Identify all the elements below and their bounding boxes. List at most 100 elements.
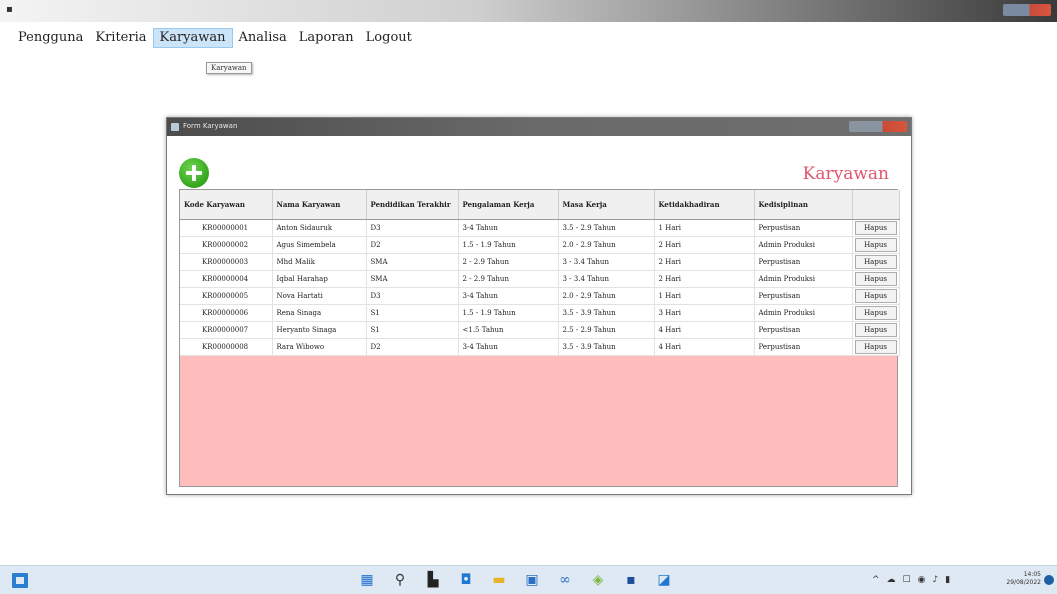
kode-cell[interactable]: KR00000008 <box>180 338 273 356</box>
kedisiplinan-cell[interactable]: Perpustisan <box>754 219 853 237</box>
network-icon[interactable]: ☐ <box>903 575 911 585</box>
column-header-ketidakhadiran[interactable]: Ketidakhadiran <box>654 190 755 220</box>
menu-item-logout[interactable]: Logout <box>360 28 418 48</box>
tray-overflow-icon[interactable]: ^ <box>872 575 880 585</box>
ketidakhadiran-cell[interactable]: 1 Hari <box>654 287 755 305</box>
karyawan-data-grid[interactable]: Kode Karyawan Nama Karyawan Pendidikan T… <box>179 189 900 487</box>
pendidikan-cell[interactable]: D3 <box>366 287 459 305</box>
cloud-icon[interactable]: ☁ <box>887 575 896 585</box>
pengalaman-cell[interactable]: 2 - 2.9 Tahun <box>458 253 559 271</box>
masa-kerja-cell[interactable]: 3.5 - 3.9 Tahun <box>558 338 655 356</box>
window-controls[interactable] <box>1003 4 1051 16</box>
ketidakhadiran-cell[interactable]: 2 Hari <box>654 236 755 254</box>
pendidikan-cell[interactable]: S1 <box>366 304 459 322</box>
kode-cell[interactable]: KR00000002 <box>180 236 273 254</box>
hapus-button[interactable]: Hapus <box>854 254 897 269</box>
pendidikan-cell[interactable]: D3 <box>366 219 459 237</box>
nama-cell[interactable]: Nova Hartati <box>272 287 367 305</box>
volume-icon[interactable]: ♪ <box>932 575 938 585</box>
app-icon-infinity[interactable]: ∞ <box>556 571 574 589</box>
hapus-button[interactable]: Hapus <box>854 271 897 286</box>
table-row[interactable]: KR00000002 Agus Simembela D2 1.5 - 1.9 Tahu… <box>180 236 900 254</box>
file-explorer-icon[interactable]: ▬ <box>490 571 508 589</box>
hapus-button[interactable]: Hapus <box>854 237 897 252</box>
search-icon[interactable]: ⚲ <box>391 571 409 589</box>
app-icon-green[interactable]: ◈ <box>589 571 607 589</box>
ketidakhadiran-cell[interactable]: 4 Hari <box>654 338 755 356</box>
table-row[interactable]: KR00000006 Rena Sinaga S1 1.5 - 1.9 Tahun 3.… <box>180 304 900 322</box>
masa-kerja-cell[interactable]: 2.0 - 2.9 Tahun <box>558 287 655 305</box>
pengalaman-cell[interactable]: <1.5 Tahun <box>458 321 559 339</box>
table-row[interactable]: KR00000004 Iqbal Harahap SMA 2 - 2.9 Tahun 3… <box>180 270 900 288</box>
pengalaman-cell[interactable]: 1.5 - 1.9 Tahun <box>458 236 559 254</box>
hapus-button[interactable]: Hapus <box>854 220 897 235</box>
pendidikan-cell[interactable]: D2 <box>366 236 459 254</box>
nama-cell[interactable]: Mhd Malik <box>272 253 367 271</box>
menu-item-karyawan[interactable]: Karyawan <box>152 28 233 48</box>
table-row[interactable]: KR00000005 Nova Hartati D3 3-4 Tahun 2.0 - 2… <box>180 287 900 305</box>
pendidikan-cell[interactable]: D2 <box>366 338 459 356</box>
kedisiplinan-cell[interactable]: Perpustisan <box>754 321 853 339</box>
masa-kerja-cell[interactable]: 2.5 - 2.9 Tahun <box>558 321 655 339</box>
pendidikan-cell[interactable]: S1 <box>366 321 459 339</box>
kedisiplinan-cell[interactable]: Admin Produksi <box>754 236 853 254</box>
column-header-pendidikan[interactable]: Pendidikan Terakhir <box>366 190 459 220</box>
app-icon-blue[interactable]: ▪ <box>622 571 640 589</box>
battery-icon[interactable]: ▮ <box>945 575 950 585</box>
add-karyawan-button[interactable] <box>179 158 209 188</box>
widgets-icon[interactable]: ▙ <box>424 571 442 589</box>
hapus-button[interactable]: Hapus <box>854 322 897 337</box>
taskbar-clock[interactable]: 14:05 29/08/2022 <box>1006 571 1041 587</box>
menu-item-laporan[interactable]: Laporan <box>293 28 360 48</box>
notification-icon[interactable] <box>1044 575 1054 585</box>
column-header-masa-kerja[interactable]: Masa Kerja <box>558 190 655 220</box>
pengalaman-cell[interactable]: 3-4 Tahun <box>458 287 559 305</box>
kedisiplinan-cell[interactable]: Perpustisan <box>754 253 853 271</box>
kedisiplinan-cell[interactable]: Admin Produksi <box>754 304 853 322</box>
kedisiplinan-cell[interactable]: Admin Produksi <box>754 270 853 288</box>
nama-cell[interactable]: Rara Wibowo <box>272 338 367 356</box>
menu-item-pengguna[interactable]: Pengguna <box>12 28 89 48</box>
table-row[interactable]: KR00000001 Anton Sidauruk D3 3-4 Tahun 3.5 -… <box>180 219 900 237</box>
kode-cell[interactable]: KR00000007 <box>180 321 273 339</box>
hapus-button[interactable]: Hapus <box>854 305 897 320</box>
pengalaman-cell[interactable]: 3-4 Tahun <box>458 338 559 356</box>
dialog-window-controls[interactable] <box>849 121 907 132</box>
masa-kerja-cell[interactable]: 3.5 - 2.9 Tahun <box>558 219 655 237</box>
menu-item-kriteria[interactable]: Kriteria <box>89 28 152 48</box>
ketidakhadiran-cell[interactable]: 3 Hari <box>654 304 755 322</box>
nama-cell[interactable]: Agus Simembela <box>272 236 367 254</box>
column-header-kode[interactable]: Kode Karyawan <box>180 190 273 220</box>
ketidakhadiran-cell[interactable]: 2 Hari <box>654 270 755 288</box>
table-row[interactable]: KR00000008 Rara Wibowo D2 3-4 Tahun 3.5 - 3.… <box>180 338 900 356</box>
wifi-icon[interactable]: ◉ <box>918 575 926 585</box>
pengalaman-cell[interactable]: 2 - 2.9 Tahun <box>458 270 559 288</box>
kode-cell[interactable]: KR00000003 <box>180 253 273 271</box>
kode-cell[interactable]: KR00000006 <box>180 304 273 322</box>
kedisiplinan-cell[interactable]: Perpustisan <box>754 287 853 305</box>
chat-icon[interactable]: ◘ <box>457 571 475 589</box>
column-header-nama[interactable]: Nama Karyawan <box>272 190 367 220</box>
kode-cell[interactable]: KR00000001 <box>180 219 273 237</box>
hapus-button[interactable]: Hapus <box>854 288 897 303</box>
pengalaman-cell[interactable]: 3-4 Tahun <box>458 219 559 237</box>
column-header-pengalaman[interactable]: Pengalaman Kerja <box>458 190 559 220</box>
windows-start-icon[interactable] <box>12 573 28 588</box>
app-icon-window[interactable]: ◪ <box>655 571 673 589</box>
masa-kerja-cell[interactable]: 3.5 - 3.9 Tahun <box>558 304 655 322</box>
masa-kerja-cell[interactable]: 3 - 3.4 Tahun <box>558 270 655 288</box>
pendidikan-cell[interactable]: SMA <box>366 270 459 288</box>
column-header-kedisiplinan[interactable]: Kedisiplinan <box>754 190 853 220</box>
windows-icon[interactable]: ▦ <box>358 571 376 589</box>
masa-kerja-cell[interactable]: 3 - 3.4 Tahun <box>558 253 655 271</box>
nama-cell[interactable]: Anton Sidauruk <box>272 219 367 237</box>
masa-kerja-cell[interactable]: 2.0 - 2.9 Tahun <box>558 236 655 254</box>
hapus-button[interactable]: Hapus <box>854 339 897 354</box>
ketidakhadiran-cell[interactable]: 4 Hari <box>654 321 755 339</box>
kedisiplinan-cell[interactable]: Perpustisan <box>754 338 853 356</box>
nama-cell[interactable]: Heryanto Sinaga <box>272 321 367 339</box>
nama-cell[interactable]: Iqbal Harahap <box>272 270 367 288</box>
store-icon[interactable]: ▣ <box>523 571 541 589</box>
ketidakhadiran-cell[interactable]: 1 Hari <box>654 219 755 237</box>
kode-cell[interactable]: KR00000004 <box>180 270 273 288</box>
